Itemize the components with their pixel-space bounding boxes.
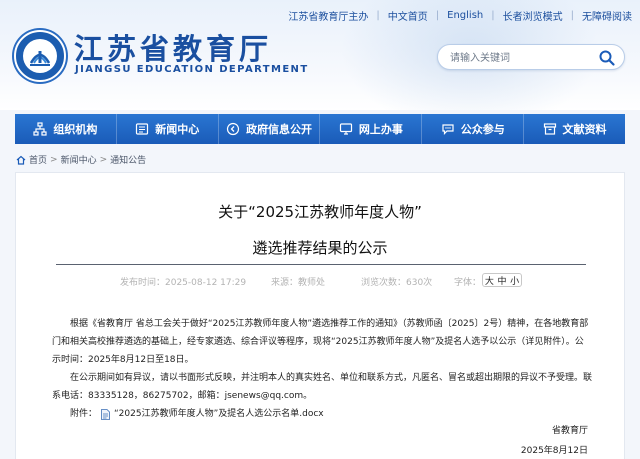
archive-icon (543, 123, 556, 135)
chat-bubble-icon (442, 124, 454, 135)
site-logo[interactable] (14, 30, 66, 82)
font-size-switcher: 大 中 小 (482, 273, 522, 287)
nav-item-online-services[interactable]: 网上办事 (320, 114, 423, 144)
article-title-line2: 遴选推荐结果的公示 (252, 239, 388, 257)
nav-item-documents[interactable]: 文献资料 (524, 114, 625, 144)
monitor-icon (339, 123, 352, 135)
publish-time: 发布时间：2025-08-12 17:29 (120, 278, 247, 288)
divider: | (570, 10, 574, 21)
divider: | (435, 10, 440, 21)
signature-date: 2025年8月12日 (520, 446, 588, 456)
divider: | (491, 10, 495, 21)
home-icon (16, 155, 26, 165)
top-link-elder-mode[interactable]: 长者浏览模式 (503, 8, 563, 23)
search-box (437, 44, 625, 70)
top-links: 江苏省教育厅主办 | 中文首页 | English | 长者浏览模式 | 无障碍阅读 (288, 8, 632, 23)
article-body: 根据《省教育厅 省总工会关于做好“2025江苏教师年度人物”遴选推荐工作的通知》… (52, 315, 592, 423)
breadcrumb-news[interactable]: 新闻中心 (61, 153, 97, 166)
breadcrumb-separator: > (50, 154, 58, 165)
main-nav: 组织机构 新闻中心 政府信息公开 网上办事 公众参与 文献资料 (15, 114, 625, 144)
search-input[interactable] (450, 50, 600, 66)
nav-label: 文献资料 (562, 123, 607, 136)
font-size-medium[interactable]: 中 (497, 274, 506, 287)
attachment-row: 附件： “2025江苏教师年度人物”及提名人选公示名单.docx (52, 405, 592, 423)
breadcrumb: 首页 > 新闻中心 > 通知公告 (16, 153, 146, 166)
breadcrumb-home[interactable]: 首页 (29, 153, 47, 166)
site-header: 江苏省教育厅主办 | 中文首页 | English | 长者浏览模式 | 无障碍阅读 江… (0, 0, 640, 110)
nav-label: 政府信息公开 (246, 123, 313, 136)
nav-label: 网上办事 (358, 123, 403, 136)
breadcrumb-separator: > (99, 154, 108, 165)
top-link-chinese[interactable]: 中文首页 (388, 8, 428, 23)
breadcrumb-notices[interactable]: 通知公告 (110, 153, 146, 166)
divider (56, 264, 586, 265)
source: 来源：教师处 (271, 278, 326, 288)
paragraph: 根据《省教育厅 省总工会关于做好“2025江苏教师年度人物”遴选推荐工作的通知》… (52, 319, 589, 365)
search-icon[interactable] (598, 49, 616, 67)
site-title: 江苏省教育厅 (74, 32, 273, 66)
nav-item-info-disclosure[interactable]: 政府信息公开 (219, 114, 321, 144)
top-link-sponsor[interactable]: 江苏省教育厅主办 (288, 8, 368, 23)
nav-item-news[interactable]: 新闻中心 (117, 114, 219, 144)
word-doc-icon (101, 408, 110, 420)
attachment-label: 附件： (70, 409, 98, 419)
attachment-link[interactable]: “2025江苏教师年度人物”及提名人选公示名单.docx (114, 405, 324, 423)
article-title-line1: 关于“2025江苏教师年度人物” (218, 203, 422, 221)
org-chart-icon (33, 122, 48, 136)
divider: | (376, 10, 380, 21)
top-link-accessibility[interactable]: 无障碍阅读 (582, 8, 632, 23)
logo-emblem-icon (23, 39, 57, 73)
article-panel: 关于“2025江苏教师年度人物” 遴选推荐结果的公示 发布时间：2025-08-… (15, 172, 625, 459)
info-disclosure-icon (226, 122, 240, 136)
top-link-english[interactable]: English (447, 10, 483, 21)
newspaper-icon (136, 123, 149, 135)
site-subtitle: JIANGSU EDUCATION DEPARTMENT (75, 64, 309, 75)
nav-label: 组织机构 (53, 123, 98, 136)
nav-label: 公众参与 (460, 123, 505, 136)
nav-item-organization[interactable]: 组织机构 (15, 114, 117, 144)
font-size-large[interactable]: 大 (485, 274, 494, 287)
font-size-label: 字体： (454, 278, 482, 288)
font-size-small[interactable]: 小 (510, 274, 519, 287)
nav-label: 新闻中心 (155, 123, 200, 136)
signature: 省教育厅 (551, 426, 588, 436)
nav-item-public-participation[interactable]: 公众参与 (422, 114, 525, 144)
paragraph: 在公示期间如有异议，请以书面形式反映，并注明本人的真实姓名、单位和联系方式，凡匿… (52, 373, 593, 401)
view-count: 浏览次数：630次 (361, 278, 433, 288)
